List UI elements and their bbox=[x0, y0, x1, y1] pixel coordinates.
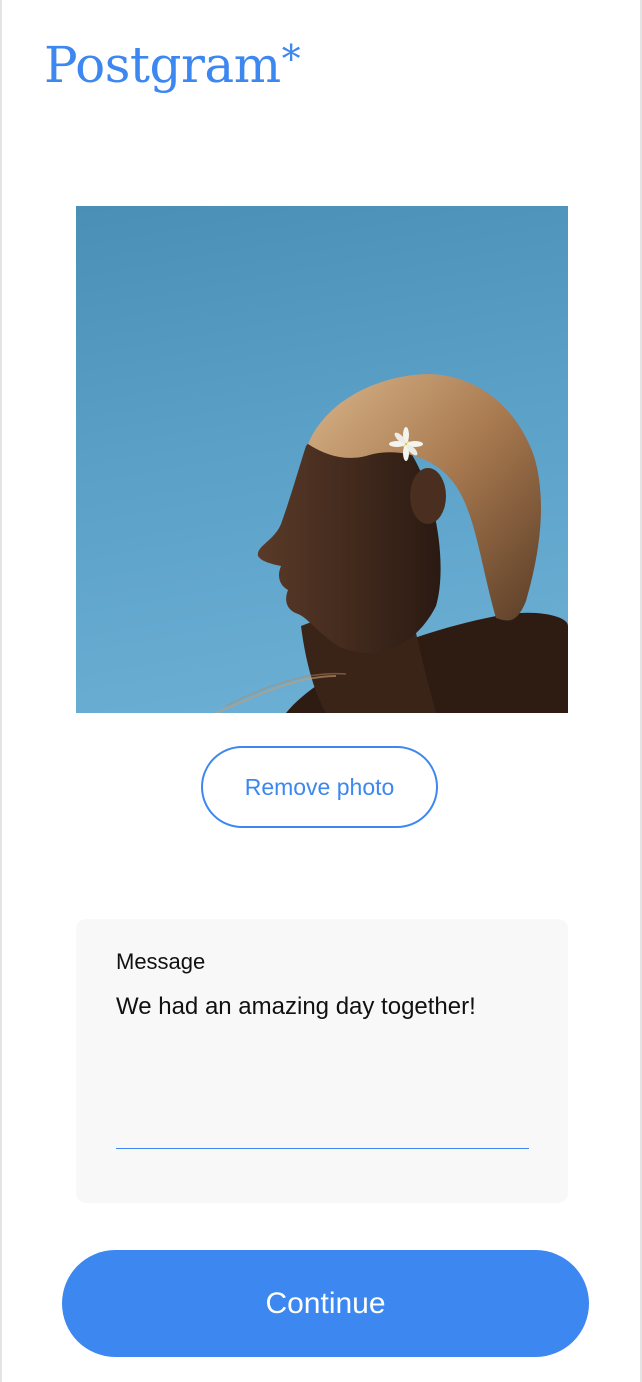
uploaded-photo bbox=[76, 206, 568, 713]
remove-photo-button[interactable]: Remove photo bbox=[201, 746, 438, 828]
app-logo: Postgram* bbox=[44, 30, 301, 100]
message-card: Message We had an amazing day together! bbox=[76, 919, 568, 1203]
continue-button[interactable]: Continue bbox=[62, 1250, 589, 1357]
logo-wordmark: Postgram bbox=[44, 36, 281, 94]
message-input[interactable]: We had an amazing day together! bbox=[116, 989, 529, 1149]
message-input-underline bbox=[116, 1148, 529, 1149]
message-label: Message bbox=[116, 949, 206, 974]
logo-asterisk-icon: * bbox=[281, 37, 301, 81]
portrait-illustration bbox=[215, 374, 568, 713]
app-screen: Postgram* Remove photo Message We had an… bbox=[0, 0, 642, 1382]
